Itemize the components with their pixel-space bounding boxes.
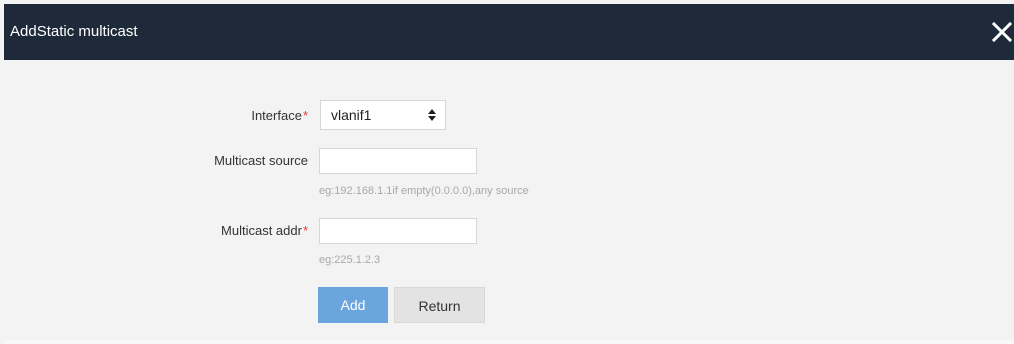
close-icon[interactable] (990, 19, 1014, 45)
add-button[interactable]: Add (318, 287, 388, 323)
add-static-multicast-dialog: AddStatic multicast Interface* vlanif1 M… (0, 0, 1014, 344)
required-mark: * (302, 223, 308, 238)
interface-label: Interface* (251, 108, 308, 124)
multicast-addr-label-text: Multicast addr (221, 223, 302, 238)
interface-select[interactable]: vlanif1 (320, 100, 446, 130)
multicast-addr-label: Multicast addr* (221, 223, 308, 239)
multicast-source-label: Multicast source (214, 153, 308, 169)
multicast-source-hint: eg:192.168.1.1if empty(0.0.0.0),any sour… (319, 185, 529, 197)
return-button[interactable]: Return (394, 287, 485, 323)
required-mark: * (302, 108, 308, 123)
multicast-addr-hint: eg:225.1.2.3 (319, 254, 381, 266)
multicast-source-label-text: Multicast source (214, 153, 308, 168)
dialog-title: AddStatic multicast (10, 23, 138, 40)
multicast-source-input[interactable] (319, 148, 477, 174)
interface-selected-value: vlanif1 (331, 107, 372, 123)
interface-label-text: Interface (251, 108, 302, 123)
multicast-addr-input[interactable] (319, 218, 477, 244)
updown-arrows-icon (427, 108, 437, 122)
dialog-body: Interface* vlanif1 Multicast source eg:1… (4, 60, 1014, 344)
dialog-titlebar: AddStatic multicast (4, 4, 1014, 60)
